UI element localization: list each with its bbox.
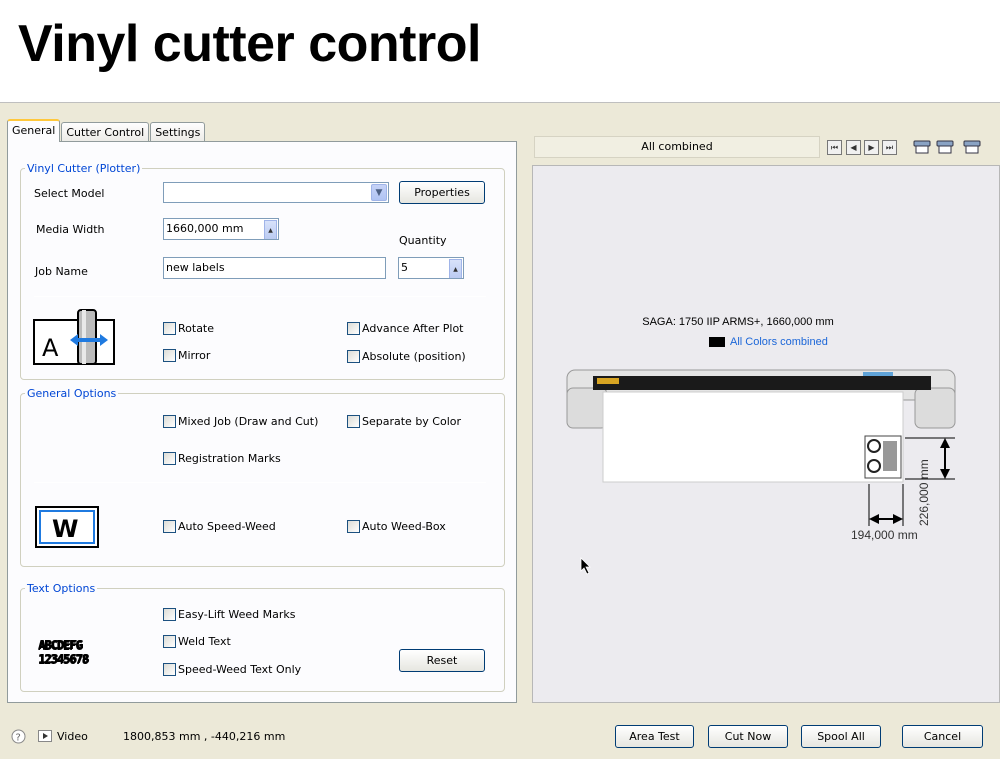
text-sample-line2: 12345678 <box>38 652 89 666</box>
next-page-icon[interactable]: ▶ <box>864 140 879 155</box>
rotate-checkbox[interactable]: Rotate <box>163 322 214 335</box>
spool-all-button[interactable]: Spool All <box>801 725 881 748</box>
mixed-job-label: Mixed Job (Draw and Cut) <box>178 415 319 428</box>
select-model-label: Select Model <box>34 187 105 200</box>
weed-icon: W <box>35 506 99 548</box>
plot-preview[interactable]: SAGA: 1750 IIP ARMS+, 1660,000 mm All Co… <box>532 165 1000 703</box>
tab-general[interactable]: General <box>7 119 61 142</box>
text-sample-line1: ABCDEFG <box>38 638 83 652</box>
general-panel: Vinyl Cutter (Plotter) Select Model ▼ Pr… <box>7 141 517 703</box>
view-icon[interactable] <box>963 139 981 155</box>
job-name-label: Job Name <box>35 265 88 278</box>
help-icon[interactable]: ? <box>11 729 26 744</box>
divider <box>34 482 486 483</box>
weed-icon-letter: W <box>52 515 78 543</box>
cancel-button[interactable]: Cancel <box>902 725 983 748</box>
weld-text-checkbox[interactable]: Weld Text <box>163 635 231 648</box>
advance-after-plot-checkbox[interactable]: Advance After Plot <box>347 322 464 335</box>
spin-up-icon[interactable]: ▲ <box>449 259 462 278</box>
width-dimension-label: 194,000 mm <box>851 528 918 542</box>
easy-lift-label: Easy-Lift Weed Marks <box>178 608 296 621</box>
rotate-label: Rotate <box>178 322 215 335</box>
svg-text:?: ? <box>16 733 21 744</box>
registration-marks-label: Registration Marks <box>178 452 281 465</box>
prev-page-icon[interactable]: ◀ <box>846 140 861 155</box>
absolute-position-checkbox[interactable]: Absolute (position) <box>347 350 466 363</box>
slide-title: Vinyl cutter control <box>18 15 481 73</box>
color-swatch <box>709 337 725 347</box>
status-bar: ? Video 1800,853 mm , -440,216 mm Area T… <box>0 723 1000 759</box>
rotate-icon: A <box>33 309 115 365</box>
rotate-icon-letter: A <box>42 334 59 362</box>
media-width-input[interactable]: 1660,000 mm ▲▼ <box>163 218 279 240</box>
auto-speed-weed-checkbox[interactable]: Auto Speed-Weed <box>163 520 276 533</box>
advance-after-plot-label: Advance After Plot <box>362 322 464 335</box>
view-icon[interactable] <box>936 139 954 155</box>
chevron-down-icon[interactable]: ▼ <box>371 184 387 201</box>
colors-legend-label: All Colors combined <box>730 336 828 348</box>
reset-button[interactable]: Reset <box>399 649 485 672</box>
colors-legend: All Colors combined <box>709 336 828 348</box>
height-dimension-label: 226,000 mm <box>917 459 931 526</box>
job-name-input[interactable]: new labels <box>163 257 386 279</box>
tab-strip: General Cutter Control Settings <box>7 118 206 142</box>
media-width-value: 1660,000 mm <box>166 222 244 235</box>
speed-weed-text-checkbox[interactable]: Speed-Weed Text Only <box>163 663 301 676</box>
coordinates-readout: 1800,853 mm , -440,216 mm <box>123 730 286 743</box>
easy-lift-checkbox[interactable]: Easy-Lift Weed Marks <box>163 608 295 621</box>
quantity-value: 5 <box>401 261 408 274</box>
media-width-stepper[interactable]: ▲▼ <box>264 220 277 239</box>
separate-by-color-checkbox[interactable]: Separate by Color <box>347 415 461 428</box>
auto-weed-box-label: Auto Weed-Box <box>362 520 446 533</box>
video-link[interactable]: Video <box>57 730 88 743</box>
divider <box>34 296 486 297</box>
mirror-label: Mirror <box>178 349 211 362</box>
properties-button[interactable]: Properties <box>399 181 485 204</box>
auto-speed-weed-label: Auto Speed-Weed <box>178 520 276 533</box>
app-window: General Cutter Control Settings Vinyl Cu… <box>0 103 1000 759</box>
general-options-legend: General Options <box>27 387 117 400</box>
cut-now-button[interactable]: Cut Now <box>708 725 788 748</box>
mirror-checkbox[interactable]: Mirror <box>163 349 210 362</box>
weld-text-label: Weld Text <box>178 635 231 648</box>
mixed-job-checkbox[interactable]: Mixed Job (Draw and Cut) <box>163 415 318 428</box>
auto-weed-box-checkbox[interactable]: Auto Weed-Box <box>347 520 446 533</box>
tab-settings[interactable]: Settings <box>150 122 206 142</box>
machine-label: SAGA: 1750 IIP ARMS+, 1660,000 mm <box>642 316 834 328</box>
quantity-input[interactable]: 5 ▲▼ <box>398 257 464 279</box>
quantity-stepper[interactable]: ▲▼ <box>449 259 462 278</box>
text-options-legend: Text Options <box>27 582 96 595</box>
select-model-dropdown[interactable]: ▼ <box>163 182 389 203</box>
text-icon: ABCDEFG 12345678 <box>38 638 89 666</box>
play-icon[interactable] <box>38 730 52 742</box>
job-name-value: new labels <box>166 261 225 274</box>
layer-selector[interactable]: All combined <box>534 136 820 158</box>
last-page-icon[interactable]: ⏭ <box>882 140 897 155</box>
vinyl-cutter-legend: Vinyl Cutter (Plotter) <box>27 162 141 175</box>
cursor-icon <box>580 557 591 575</box>
tab-cutter-control[interactable]: Cutter Control <box>61 122 150 142</box>
quantity-label: Quantity <box>399 234 447 247</box>
area-test-button[interactable]: Area Test <box>615 725 694 748</box>
speed-weed-text-label: Speed-Weed Text Only <box>178 663 302 676</box>
view-icon[interactable] <box>913 139 931 155</box>
media-width-label: Media Width <box>36 223 105 236</box>
first-page-icon[interactable]: ⏮ <box>827 140 842 155</box>
separate-by-color-label: Separate by Color <box>362 415 462 428</box>
absolute-position-label: Absolute (position) <box>362 350 466 363</box>
registration-marks-checkbox[interactable]: Registration Marks <box>163 452 281 465</box>
spin-up-icon[interactable]: ▲ <box>264 220 277 239</box>
